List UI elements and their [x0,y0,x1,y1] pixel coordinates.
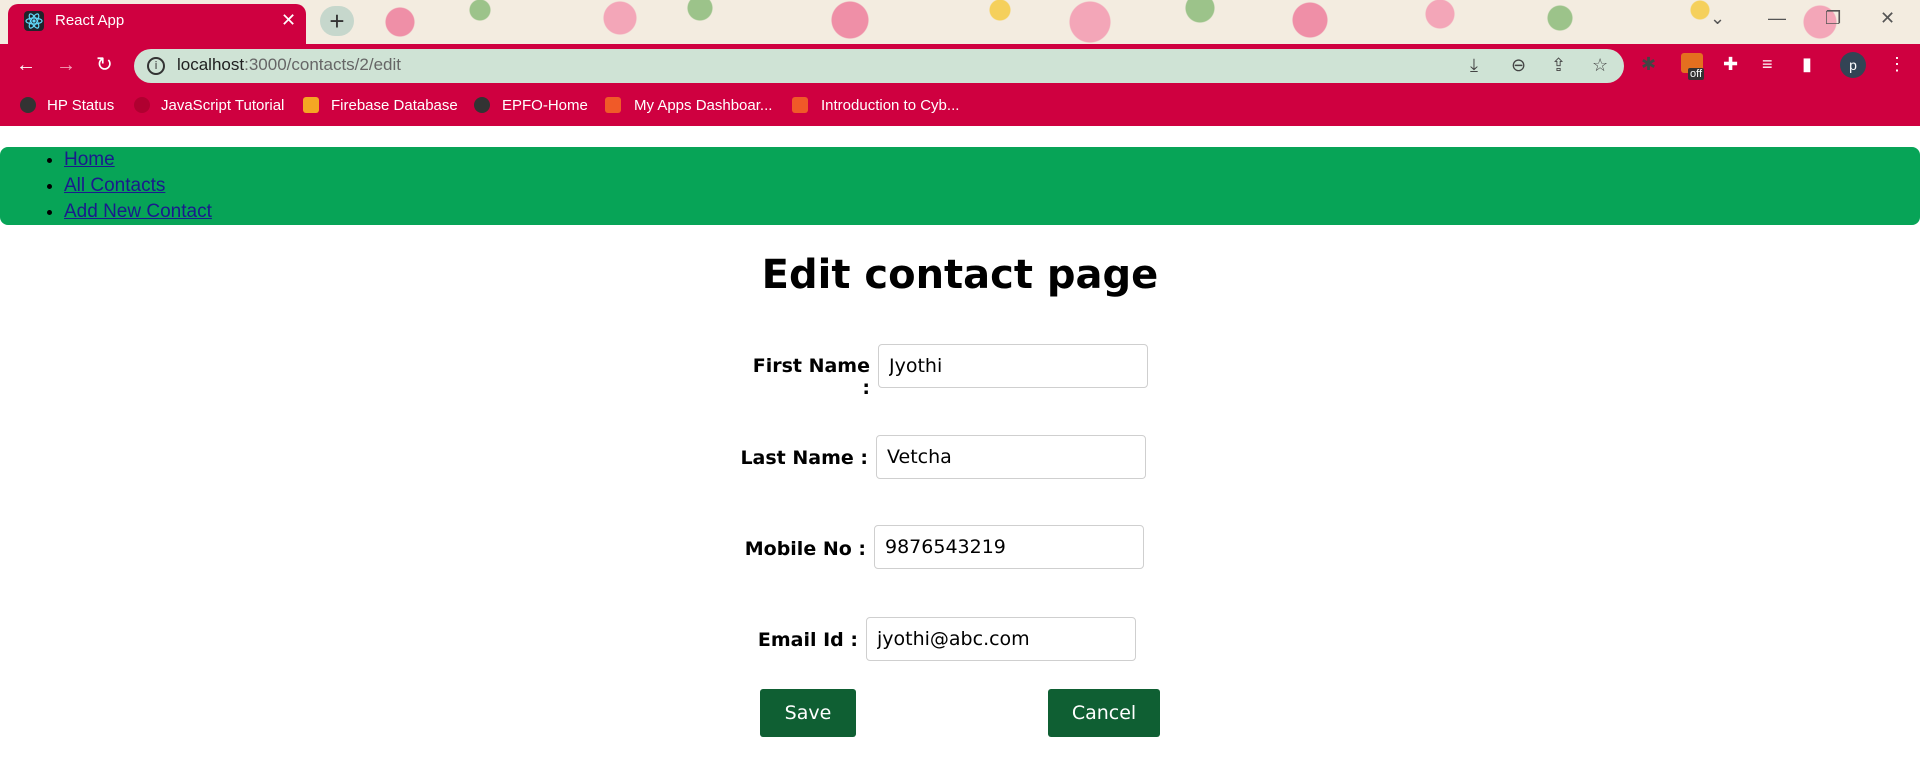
sidepanel-icon[interactable]: ▮ [1802,54,1812,75]
info-icon[interactable]: i [147,57,165,75]
share-icon[interactable]: ⇪ [1551,55,1566,76]
tab-title: React App [55,12,125,29]
page-title: Edit contact page [761,252,1159,298]
nav-link-all-contacts[interactable]: All Contacts [64,175,165,196]
reload-icon[interactable]: ↻ [96,52,113,78]
menu-icon[interactable]: ⋮ [1888,54,1906,75]
browser-tab[interactable] [8,4,306,44]
apps-icon [605,97,621,113]
mobile-field[interactable] [874,525,1144,569]
last-name-label: Last Name : [740,447,868,469]
bookmarks-bar [0,86,1920,126]
bookmark-item[interactable]: Introduction to Cyb... [821,97,959,114]
react-icon [24,11,44,31]
bookmark-icon [134,97,150,113]
first-name-field[interactable] [878,344,1148,388]
extension-badge: off [1688,68,1705,80]
nav-item: Add New Contact [64,199,212,225]
bookmark-item[interactable]: EPFO-Home [502,97,588,114]
mobile-label: Mobile No : [744,538,866,560]
avatar[interactable]: p [1840,52,1866,78]
apps-icon [792,97,808,113]
zoom-out-icon[interactable]: ⊖ [1511,55,1526,76]
app-navbar [0,147,1920,225]
nav-link-home[interactable]: Home [64,149,115,170]
email-label: Email Id : [757,629,858,651]
puzzle-icon[interactable]: ✚ [1723,54,1738,75]
nav-link-add-contact[interactable]: Add New Contact [64,201,212,222]
restore-icon[interactable]: ❐ [1825,8,1841,29]
firebase-icon [303,97,319,113]
forward-icon[interactable]: → [56,52,76,78]
new-tab-button[interactable]: + [320,6,354,36]
media-icon[interactable]: ≡ [1762,54,1773,75]
bookmark-item[interactable]: My Apps Dashboar... [634,97,772,114]
nav-item: Home [64,147,212,173]
back-icon[interactable]: ← [16,52,36,78]
save-button[interactable]: Save [760,689,856,737]
bookmark-item[interactable]: HP Status [47,97,114,114]
install-icon[interactable]: ⤓ [1470,55,1478,76]
globe-icon [20,97,36,113]
bug-icon[interactable]: ✱ [1641,54,1656,75]
nav-item: All Contacts [64,173,212,199]
last-name-field[interactable] [876,435,1146,479]
close-icon[interactable]: ✕ [281,10,296,30]
url-text[interactable]: localhost:3000/contacts/2/edit [177,55,401,75]
window-close-icon[interactable]: ✕ [1880,8,1895,29]
globe-icon [474,97,490,113]
email-field[interactable] [866,617,1136,661]
star-icon[interactable]: ☆ [1592,55,1608,76]
first-name-label: First Name : [752,355,870,399]
bookmark-item[interactable]: Firebase Database [331,97,458,114]
nav-list: Home All Contacts Add New Contact [0,147,212,225]
minimize-icon[interactable]: — [1768,8,1786,29]
chevron-down-icon[interactable]: ⌄ [1710,8,1725,29]
cancel-button[interactable]: Cancel [1048,689,1160,737]
bookmark-item[interactable]: JavaScript Tutorial [161,97,284,114]
